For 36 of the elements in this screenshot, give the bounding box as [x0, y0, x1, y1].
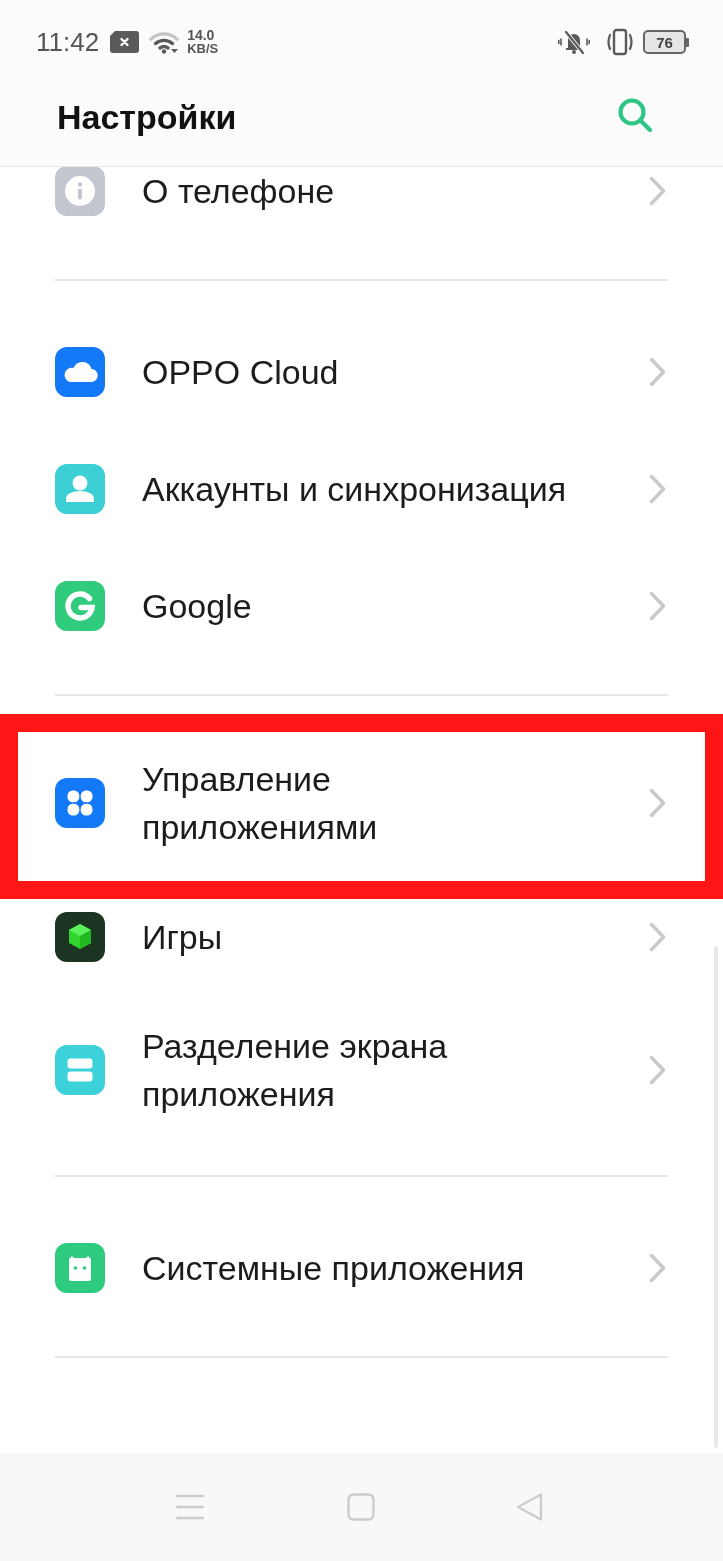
vibrate-icon [605, 28, 635, 56]
muted-bell-icon [558, 28, 590, 56]
status-time: 11:42 [36, 29, 100, 55]
grid-icon [55, 778, 105, 828]
search-icon[interactable] [617, 97, 653, 133]
settings-item[interactable]: Игры [0, 878, 723, 995]
settings-item[interactable]: OPPO Cloud [0, 313, 723, 430]
settings-item[interactable]: Разделение экрана приложения [0, 995, 723, 1145]
menu-icon[interactable] [176, 1494, 204, 1520]
wifi-icon [149, 30, 180, 54]
chevron-right-icon [649, 590, 666, 621]
chevron-right-icon [649, 356, 666, 387]
robot-icon [55, 1242, 105, 1293]
chevron-right-icon [649, 1055, 666, 1085]
settings-item[interactable]: Системные приложения [0, 1209, 723, 1326]
network-speed-unit: KB/S [187, 42, 219, 55]
cloud-icon [55, 346, 105, 397]
x-box-icon [110, 31, 140, 53]
settings-item[interactable]: Аккаунты и синхронизация [0, 430, 723, 547]
settings-item[interactable]: Google [0, 547, 723, 664]
chevron-right-icon [649, 473, 666, 504]
person-icon [55, 463, 105, 514]
chevron-right-icon [649, 921, 666, 952]
settings-item[interactable]: О телефоне [0, 167, 723, 249]
chevron-right-icon [649, 1252, 666, 1283]
letter-g-icon [55, 580, 105, 631]
chevron-right-icon [649, 788, 666, 818]
chevron-right-icon [649, 175, 666, 206]
battery-indicator: 76 [643, 30, 686, 54]
back-icon[interactable] [515, 1492, 545, 1522]
cube-icon [55, 911, 105, 962]
network-speed-value: 14.0 [187, 29, 215, 42]
split-screen-icon [55, 1045, 105, 1095]
settings-item[interactable]: Управление приложениями [0, 728, 723, 878]
home-icon[interactable] [347, 1493, 375, 1521]
page-title: Настройки [57, 97, 237, 137]
